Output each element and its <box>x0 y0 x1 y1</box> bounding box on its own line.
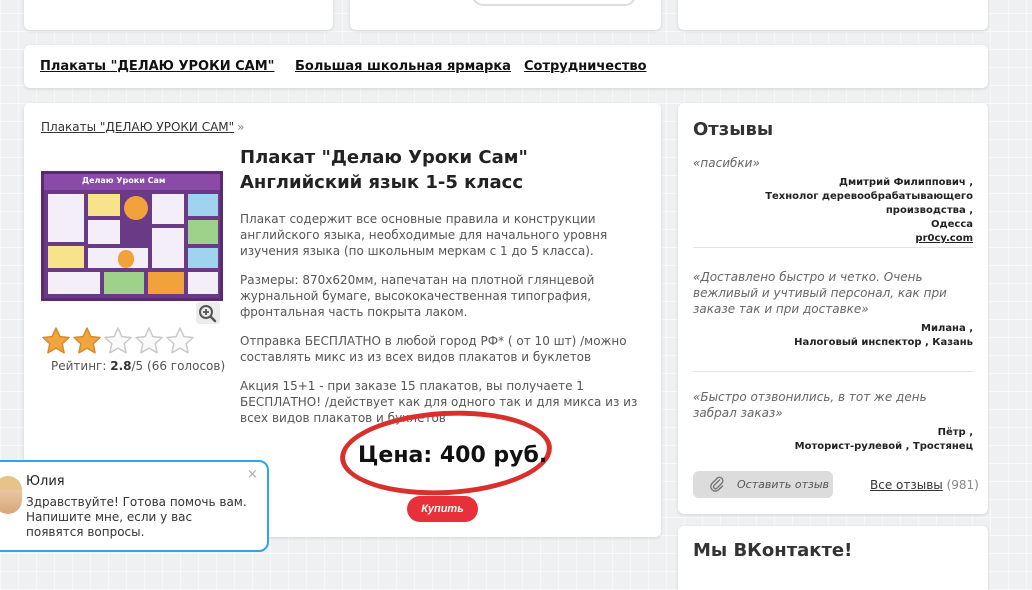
rating-value: 2.8 <box>110 359 132 373</box>
reviews-title: Отзывы <box>693 119 774 140</box>
chat-message: Здравствуйте! Готова помочь вам. Напишит… <box>26 495 247 539</box>
rating-text: Рейтинг: 2.8/5 (66 голосов) <box>51 359 225 373</box>
top-card-left <box>24 0 333 30</box>
review-job: Технолог деревообрабатывающего производс… <box>765 191 973 216</box>
nav-link-school-fair[interactable]: Большая школьная ярмарка <box>295 59 511 74</box>
chat-avatar <box>0 476 22 514</box>
leave-review-label: Оставить отзыв <box>737 478 830 491</box>
review-item: «Быстро отзвонились, в тот же день забра… <box>693 389 973 454</box>
rating-votes: (66 голосов) <box>147 359 226 373</box>
product-description: Плакат содержит все основные правила и к… <box>240 212 608 258</box>
product-shipping-info: Отправка БЕСПЛАТНО в любой город РФ* ( о… <box>240 334 627 364</box>
product-size-info: Размеры: 870х620мм, напечатан на плотной… <box>240 273 595 319</box>
all-reviews: Все отзывы (981) <box>870 478 979 492</box>
review-author-link[interactable]: pr0cy.com <box>693 232 973 246</box>
review-author: Дмитрий Филиппович , <box>839 177 973 188</box>
review-city: Одесса <box>931 219 973 230</box>
review-author: Пётр , <box>937 427 973 438</box>
review-job: Моторист-рулевой , Тростянец <box>794 441 973 452</box>
review-text: «Доставлено быстро и четко. Очень вежлив… <box>693 270 947 316</box>
review-divider <box>693 247 973 248</box>
top-card-middle <box>350 0 661 30</box>
zoom-in-icon <box>199 305 217 323</box>
product-price: Цена: 400 руб. <box>358 443 548 468</box>
vk-card: Мы ВКонтакте! <box>678 526 988 590</box>
review-item: «пасибки» Дмитрий Филиппович , Технолог … <box>693 155 973 246</box>
review-meta: Пётр , Моторист-рулевой , Тростянец <box>693 426 973 454</box>
all-reviews-link[interactable]: Все отзывы <box>870 478 943 492</box>
buy-button[interactable]: Купить <box>407 496 478 522</box>
chat-agent-name: Юлия <box>26 474 65 489</box>
breadcrumb: Плакаты "ДЕЛАЮ УРОКИ САМ"» <box>41 120 245 134</box>
poster-title: Делаю Уроки Сам <box>82 176 166 185</box>
top-card-right <box>678 0 988 30</box>
rating-stars[interactable] <box>41 326 196 358</box>
paperclip-icon <box>710 476 724 492</box>
top-pill-button[interactable] <box>472 0 636 6</box>
review-text: «Быстро отзвонились, в тот же день забра… <box>693 390 927 420</box>
review-author: Милана , <box>921 323 973 334</box>
nav-link-cooperation[interactable]: Сотрудничество <box>524 59 647 74</box>
review-job: Налоговый инспектор , Казань <box>794 337 973 348</box>
leave-review-button[interactable]: Оставить отзыв <box>693 471 833 498</box>
review-meta: Милана , Налоговый инспектор , Казань <box>693 322 973 350</box>
nav-bar: Плакаты "ДЕЛАЮ УРОКИ САМ" Большая школьн… <box>24 45 988 88</box>
product-image[interactable]: Делаю Уроки Сам <box>41 171 223 301</box>
vk-title: Мы ВКонтакте! <box>693 540 853 561</box>
chat-close-icon[interactable]: × <box>247 467 258 482</box>
star-empty-icon[interactable] <box>165 326 195 356</box>
review-item: «Доставлено быстро и четко. Очень вежлив… <box>693 269 973 350</box>
chat-widget[interactable]: Юлия Здравствуйте! Готова помочь вам. На… <box>0 460 269 552</box>
review-divider <box>693 371 973 372</box>
rating-max: /5 <box>131 359 144 373</box>
breadcrumb-separator: » <box>237 120 245 134</box>
breadcrumb-link-posters[interactable]: Плакаты "ДЕЛАЮ УРОКИ САМ" <box>41 120 234 134</box>
reviews-card: Отзывы «пасибки» Дмитрий Филиппович , Те… <box>678 103 988 514</box>
product-title: Плакат "Делаю Уроки Сам" Английский язык… <box>240 147 528 193</box>
all-reviews-count: (981) <box>946 478 979 492</box>
star-empty-icon[interactable] <box>134 326 164 356</box>
star-empty-icon[interactable] <box>103 326 133 356</box>
nav-link-posters[interactable]: Плакаты "ДЕЛАЮ УРОКИ САМ" <box>40 59 274 74</box>
review-meta: Дмитрий Филиппович , Технолог деревообра… <box>693 176 973 246</box>
zoom-button[interactable] <box>196 302 220 324</box>
review-text: «пасибки» <box>693 156 760 170</box>
star-filled-icon[interactable] <box>72 326 102 356</box>
star-filled-icon[interactable] <box>41 326 71 356</box>
rating-label: Рейтинг: <box>51 359 107 373</box>
